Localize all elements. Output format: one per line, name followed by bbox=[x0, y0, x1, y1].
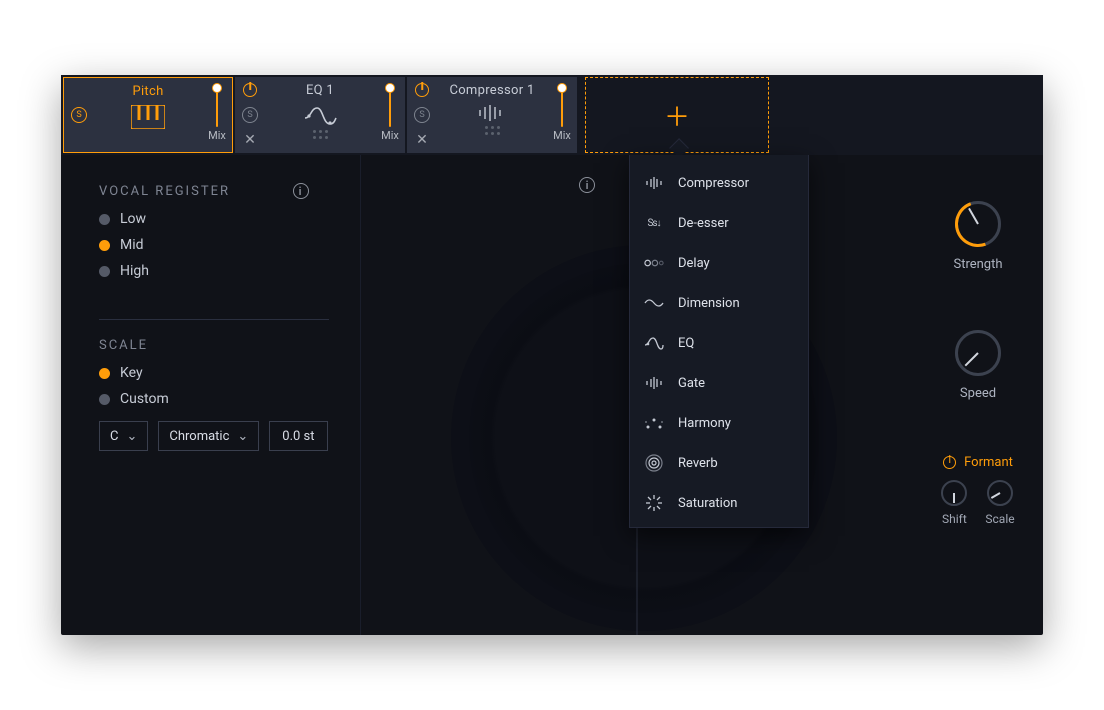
saturation-icon bbox=[644, 493, 664, 513]
power-icon[interactable] bbox=[943, 456, 956, 469]
key-select[interactable]: C⌄ bbox=[99, 421, 148, 451]
add-module-button[interactable]: ＋ bbox=[585, 77, 769, 153]
menu-label: Gate bbox=[678, 376, 705, 391]
power-icon[interactable] bbox=[415, 83, 429, 97]
harmony-icon bbox=[644, 413, 664, 433]
module-title: EQ 1 bbox=[306, 83, 334, 98]
piano-icon bbox=[131, 105, 165, 129]
eq-icon bbox=[644, 333, 664, 353]
knob-label: Shift bbox=[942, 512, 967, 526]
right-panel: Strength Speed Formant Shift bbox=[913, 155, 1043, 635]
compressor-bars-icon bbox=[477, 104, 507, 122]
deesser-icon: Ss↓ bbox=[644, 213, 664, 233]
radio-label: Low bbox=[120, 211, 146, 227]
menu-item-gate[interactable]: Gate bbox=[644, 373, 794, 393]
add-module-menu: Compressor Ss↓ De-esser Delay Dimension … bbox=[629, 155, 809, 528]
shift-knob[interactable] bbox=[941, 480, 967, 506]
app-window: S Pitch Mix S ✕ EQ 1 bbox=[61, 75, 1043, 635]
close-icon[interactable]: ✕ bbox=[244, 133, 256, 147]
gate-icon bbox=[644, 373, 664, 393]
mix-label: Mix bbox=[381, 129, 399, 142]
register-section-title: VOCAL REGISTER i bbox=[99, 183, 309, 199]
knob-label: Strength bbox=[953, 257, 1002, 272]
menu-label: Saturation bbox=[678, 496, 737, 511]
radio-label: Custom bbox=[120, 391, 169, 407]
strength-knob[interactable] bbox=[955, 201, 1001, 247]
section-label: SCALE bbox=[99, 338, 148, 353]
drag-handle-icon[interactable] bbox=[485, 126, 500, 135]
radio-label: Key bbox=[120, 365, 143, 381]
solo-icon[interactable]: S bbox=[71, 107, 87, 123]
main-stage: i Compressor Ss↓ De-esser Delay bbox=[361, 155, 913, 635]
chevron-down-icon: ⌄ bbox=[237, 429, 248, 444]
mix-slider[interactable] bbox=[556, 85, 568, 127]
module-title: Compressor 1 bbox=[449, 83, 534, 98]
module-track: S Pitch Mix S ✕ EQ 1 bbox=[61, 75, 1043, 155]
editor-body: VOCAL REGISTER i Low Mid High SCALE Key … bbox=[61, 155, 1043, 635]
sidebar: VOCAL REGISTER i Low Mid High SCALE Key … bbox=[61, 155, 361, 635]
formant-label: Formant bbox=[964, 455, 1013, 470]
eq-curve-icon bbox=[303, 104, 337, 126]
mode-select[interactable]: Chromatic ⌄ bbox=[158, 421, 259, 451]
menu-item-harmony[interactable]: Harmony bbox=[644, 413, 794, 433]
knob-label: Scale bbox=[985, 512, 1014, 526]
menu-item-dimension[interactable]: Dimension bbox=[644, 293, 794, 313]
divider bbox=[99, 319, 329, 320]
offset-field[interactable]: 0.0 st bbox=[269, 421, 327, 451]
module-title: Pitch bbox=[132, 84, 163, 99]
register-option-high[interactable]: High bbox=[99, 263, 336, 279]
menu-label: Compressor bbox=[678, 176, 749, 191]
menu-item-compressor[interactable]: Compressor bbox=[644, 173, 794, 193]
register-option-mid[interactable]: Mid bbox=[99, 237, 336, 253]
radio-label: Mid bbox=[120, 237, 144, 253]
mix-slider[interactable] bbox=[211, 85, 223, 127]
plus-icon: ＋ bbox=[664, 97, 690, 134]
scale-option-custom[interactable]: Custom bbox=[99, 391, 336, 407]
reverb-icon bbox=[644, 453, 664, 473]
menu-label: Reverb bbox=[678, 456, 718, 471]
solo-icon[interactable]: S bbox=[242, 107, 258, 123]
module-slot-pitch[interactable]: S Pitch Mix bbox=[63, 77, 233, 153]
center-marker bbox=[637, 515, 638, 635]
menu-item-reverb[interactable]: Reverb bbox=[644, 453, 794, 473]
info-icon[interactable]: i bbox=[293, 183, 309, 199]
key-value: C bbox=[110, 429, 118, 444]
scale-knob[interactable] bbox=[987, 480, 1013, 506]
dimension-icon bbox=[644, 293, 664, 313]
menu-item-delay[interactable]: Delay bbox=[644, 253, 794, 273]
solo-icon[interactable]: S bbox=[414, 107, 430, 123]
mix-label: Mix bbox=[208, 129, 226, 142]
menu-item-deesser[interactable]: Ss↓ De-esser bbox=[644, 213, 794, 233]
close-icon[interactable]: ✕ bbox=[416, 133, 428, 147]
register-radio-group: Low Mid High bbox=[99, 211, 336, 279]
scale-radio-group: Key Custom bbox=[99, 365, 336, 407]
menu-label: De-esser bbox=[678, 216, 729, 231]
module-slot-eq[interactable]: S ✕ EQ 1 Mix bbox=[235, 77, 405, 153]
speed-knob[interactable] bbox=[955, 330, 1001, 376]
info-icon[interactable]: i bbox=[579, 177, 595, 193]
register-option-low[interactable]: Low bbox=[99, 211, 336, 227]
offset-value: 0.0 st bbox=[282, 429, 314, 444]
mix-label: Mix bbox=[553, 129, 571, 142]
knob-label: Speed bbox=[960, 386, 996, 401]
menu-label: Delay bbox=[678, 256, 710, 271]
mode-value: Chromatic bbox=[169, 429, 229, 444]
scale-section-title: SCALE bbox=[99, 338, 309, 353]
compressor-icon bbox=[644, 173, 664, 193]
menu-label: Harmony bbox=[678, 416, 731, 431]
menu-label: EQ bbox=[678, 336, 694, 351]
radio-label: High bbox=[120, 263, 149, 279]
drag-handle-icon[interactable] bbox=[313, 130, 328, 139]
scale-option-key[interactable]: Key bbox=[99, 365, 336, 381]
menu-label: Dimension bbox=[678, 296, 740, 311]
section-label: VOCAL REGISTER bbox=[99, 184, 230, 199]
module-slot-compressor[interactable]: S ✕ Compressor 1 Mix bbox=[407, 77, 577, 153]
menu-item-saturation[interactable]: Saturation bbox=[644, 493, 794, 513]
power-icon[interactable] bbox=[243, 83, 257, 97]
mix-slider[interactable] bbox=[384, 85, 396, 127]
menu-item-eq[interactable]: EQ bbox=[644, 333, 794, 353]
formant-section: Formant Shift Scale bbox=[941, 455, 1014, 526]
chevron-down-icon: ⌄ bbox=[126, 429, 137, 444]
delay-icon bbox=[644, 253, 664, 273]
